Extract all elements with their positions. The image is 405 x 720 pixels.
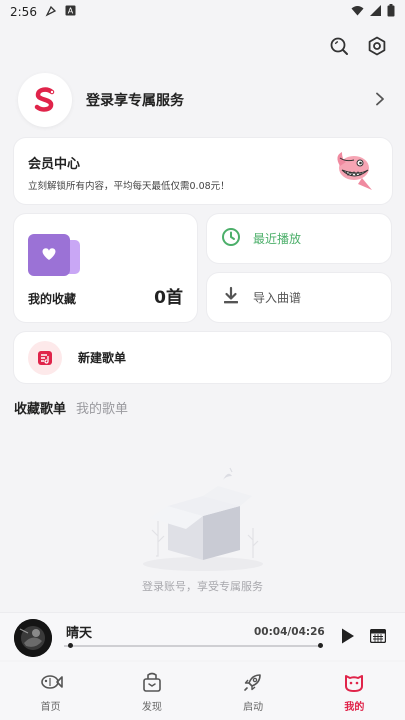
nav-label: 首页 (40, 702, 61, 713)
nav-label: 我的 (344, 702, 365, 713)
chevron-right-icon (375, 91, 385, 110)
vip-title: 会员中心 (28, 157, 81, 172)
progress-bar[interactable] (64, 645, 322, 647)
login-row[interactable]: 登录享专属服务 (18, 72, 387, 128)
nav-discover[interactable]: 发现 (101, 662, 202, 720)
playlist-add-icon (28, 340, 62, 375)
search-icon[interactable] (327, 34, 351, 58)
play-icon[interactable] (340, 627, 356, 649)
progress-end-dot (318, 643, 323, 648)
vip-card[interactable]: 会员中心 立刻解锁所有内容，平均每天最低仅需0.08元！ (14, 138, 392, 204)
album-cover[interactable] (14, 619, 52, 657)
playlist-tabs: 收藏歌单 我的歌单 (14, 398, 128, 417)
recent-label: 最近播放 (253, 232, 302, 246)
tab-my-playlists[interactable]: 我的歌单 (76, 398, 128, 417)
mini-player[interactable]: 晴天 00:04/04:26 (0, 612, 405, 660)
new-playlist-card[interactable]: 新建歌单 (14, 332, 391, 383)
recent-card[interactable]: 最近播放 (207, 214, 391, 263)
battery-icon (387, 4, 395, 20)
settings-icon[interactable] (365, 34, 389, 58)
favorites-label: 我的收藏 (28, 292, 77, 306)
status-time: 2:56 (10, 5, 37, 19)
import-label: 导入曲谱 (253, 291, 302, 305)
progress-handle[interactable] (67, 643, 73, 648)
favorites-cover-icon (26, 234, 96, 276)
login-text: 登录享专属服务 (86, 93, 184, 109)
avatar (18, 73, 72, 127)
fish-mascot-icon (332, 148, 378, 198)
clock-icon (221, 227, 241, 251)
rocket-icon (241, 670, 265, 694)
top-actions (327, 34, 389, 58)
box-icon (140, 670, 164, 694)
import-card[interactable]: 导入曲谱 (207, 273, 391, 322)
download-icon (221, 286, 241, 310)
song-time: 00:04/04:26 (254, 626, 325, 638)
playlist-icon[interactable] (369, 628, 387, 647)
notification-icon (45, 5, 57, 20)
nav-launch[interactable]: 启动 (203, 662, 304, 720)
nav-home[interactable]: 首页 (0, 662, 101, 720)
svg-text:A: A (68, 7, 74, 16)
nav-mine[interactable]: 我的 (304, 662, 405, 720)
wifi-icon (351, 5, 364, 19)
vip-subtitle: 立刻解锁所有内容，平均每天最低仅需0.08元！ (28, 181, 230, 192)
a-icon: A (65, 5, 76, 19)
signal-icon (370, 5, 381, 19)
bottom-nav: 首页 发现 启动 我的 (0, 662, 405, 720)
tab-collected-playlists[interactable]: 收藏歌单 (14, 398, 66, 417)
status-bar: 2:56 A (0, 0, 405, 24)
fish-icon (39, 670, 63, 694)
song-title: 晴天 (66, 626, 93, 641)
favorites-card[interactable]: 我的收藏 0首 (14, 214, 197, 322)
favorites-count: 0首 (154, 288, 183, 308)
empty-state-text: 登录账号，享受专属服务 (142, 580, 263, 593)
empty-box-icon (128, 466, 278, 574)
nav-label: 启动 (243, 702, 264, 713)
logo-icon (34, 87, 55, 112)
mascot-icon (342, 670, 366, 694)
nav-label: 发现 (141, 702, 162, 713)
new-playlist-label: 新建歌单 (78, 351, 127, 365)
